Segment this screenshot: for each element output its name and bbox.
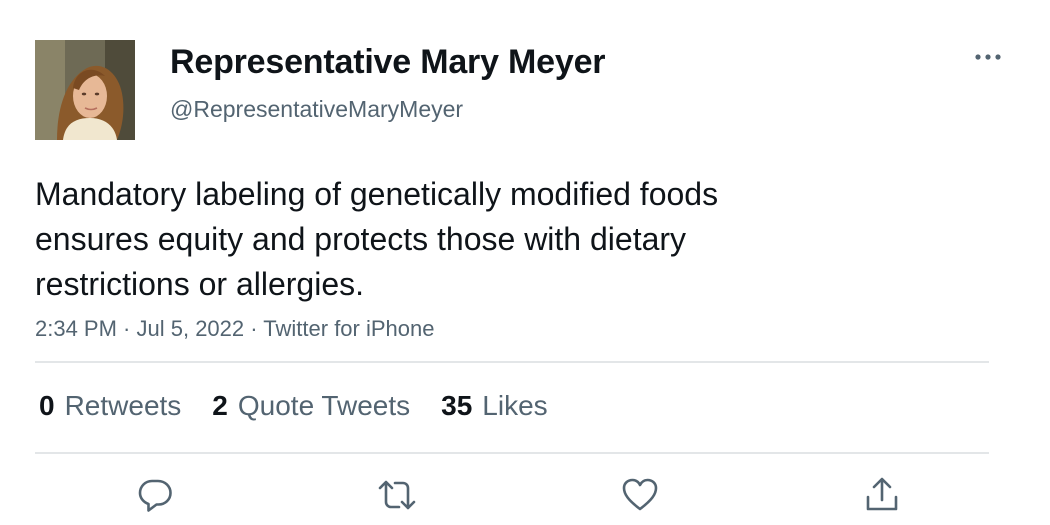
tweet-card: Representative Mary Meyer @Representativ… xyxy=(0,0,1050,525)
reply-button[interactable] xyxy=(130,470,180,520)
retweet-button[interactable] xyxy=(372,470,422,520)
divider xyxy=(35,452,989,454)
likes-stat[interactable]: 35 Likes xyxy=(441,390,548,422)
retweets-count: 0 xyxy=(39,390,55,421)
avatar[interactable] xyxy=(35,40,135,140)
tweet-stats: 0 Retweets 2 Quote Tweets 35 Likes xyxy=(39,386,579,426)
more-horizontal-icon xyxy=(975,54,1001,60)
tweet-source[interactable]: Twitter for iPhone xyxy=(263,316,434,341)
divider xyxy=(35,361,989,363)
author-display-name[interactable]: Representative Mary Meyer xyxy=(170,43,606,82)
more-options-button[interactable] xyxy=(970,46,1006,70)
tweet-actions xyxy=(0,470,1050,520)
like-button[interactable] xyxy=(615,470,665,520)
quote-tweets-count: 2 xyxy=(212,390,228,421)
heart-icon xyxy=(622,478,658,511)
likes-label: Likes xyxy=(482,390,548,421)
tweet-text: Mandatory labeling of genetically modifi… xyxy=(35,176,719,302)
tweet-date[interactable]: Jul 5, 2022 xyxy=(137,316,245,341)
likes-count: 35 xyxy=(441,390,473,421)
author-handle[interactable]: @RepresentativeMaryMeyer xyxy=(170,96,463,123)
tweet-metadata: 2:34 PM · Jul 5, 2022 · Twitter for iPho… xyxy=(35,316,434,342)
retweets-label: Retweets xyxy=(64,390,182,421)
meta-separator: · xyxy=(116,316,137,341)
meta-separator: · xyxy=(244,316,264,341)
avatar-photo xyxy=(35,40,135,140)
retweet-icon xyxy=(378,480,416,510)
share-icon xyxy=(866,477,898,511)
quote-tweets-stat[interactable]: 2 Quote Tweets xyxy=(212,390,410,422)
share-button[interactable] xyxy=(857,470,907,520)
tweet-time[interactable]: 2:34 PM xyxy=(35,316,117,341)
quote-tweets-label: Quote Tweets xyxy=(237,390,411,421)
retweets-stat[interactable]: 0 Retweets xyxy=(39,390,181,422)
reply-icon xyxy=(138,479,172,512)
